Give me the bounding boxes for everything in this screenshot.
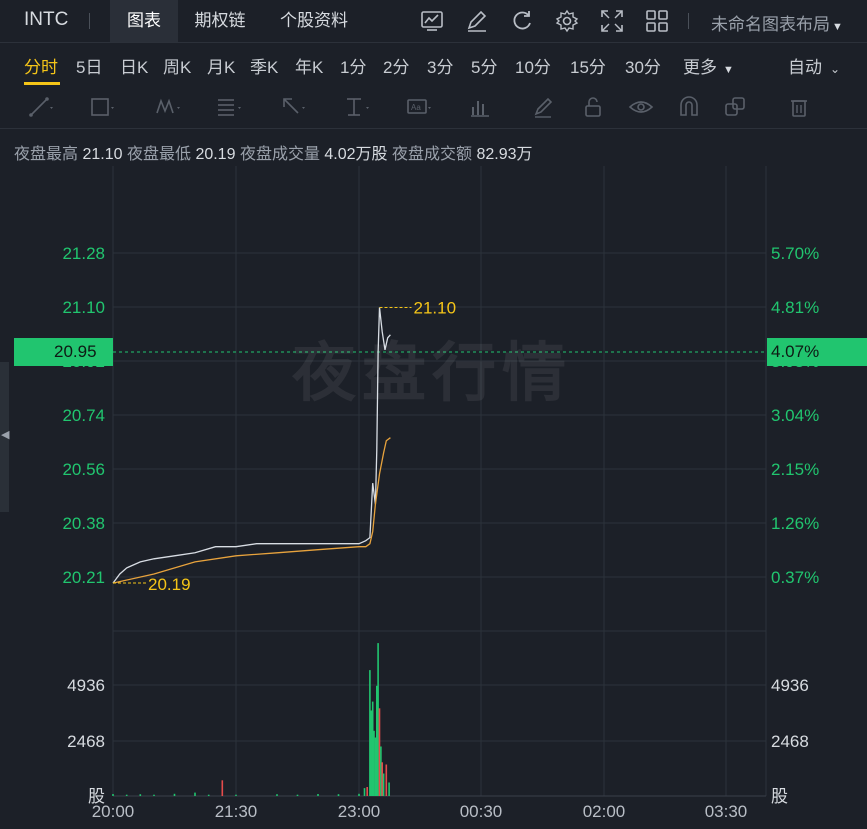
volume-tick-label: 4936	[67, 676, 105, 695]
time-tick-label: 00:30	[460, 802, 503, 821]
volume-bar	[153, 794, 155, 796]
average-price-line	[112, 437, 391, 584]
current-percent-badge: 4.07%	[767, 338, 867, 366]
price-tick-label: 21.28	[62, 244, 105, 263]
volume-bar	[382, 773, 385, 796]
percent-tick-label: 2.15%	[771, 460, 819, 479]
volume-bar	[125, 794, 128, 796]
percent-tick-label: 4.81%	[771, 298, 819, 317]
volume-bar	[369, 670, 371, 796]
volume-bar	[374, 737, 377, 796]
chevron-left-icon: ◀	[1, 429, 10, 441]
percent-axis: 5.70%4.81%3.93%3.04%2.15%1.26%0.37%	[771, 244, 819, 587]
current-price-badge: 20.95	[14, 338, 113, 366]
volume-tick-label: 4936	[771, 676, 809, 695]
volume-bar	[370, 710, 373, 796]
volume-bar	[276, 794, 278, 796]
volume-bar	[378, 708, 381, 796]
volume-bar	[366, 787, 368, 796]
volume-tick-label: 股	[771, 787, 788, 806]
volume-bar	[381, 762, 383, 796]
price-tick-label: 20.74	[62, 406, 105, 425]
volume-bar	[173, 793, 176, 796]
percent-tick-label: 1.26%	[771, 514, 819, 533]
volume-bar	[373, 730, 375, 796]
volume-tick-label: 2468	[67, 732, 105, 751]
time-axis: 20:00 21:30 23:00 00:30 02:00 03:30	[92, 802, 748, 821]
volume-bar	[388, 782, 390, 796]
percent-tick-label: 5.70%	[771, 244, 819, 263]
chart-grid	[112, 166, 767, 797]
volume-bar	[235, 794, 237, 796]
price-axis: 21.2821.1020.9220.7420.5620.3820.21	[62, 244, 105, 587]
volume-bar	[112, 794, 114, 796]
volume-bar	[363, 788, 366, 796]
watermark-text: 夜盘行情	[292, 337, 572, 411]
panel-collapse-handle[interactable]: ◀	[0, 362, 9, 512]
percent-tick-label: 0.37%	[771, 568, 819, 587]
low-marker-label: 20.19	[148, 575, 191, 594]
volume-bar	[337, 794, 340, 796]
volume-bar	[317, 794, 319, 796]
price-tick-label: 20.56	[62, 460, 105, 479]
time-tick-label: 21:30	[215, 802, 258, 821]
price-tick-label: 21.10	[62, 298, 105, 317]
volume-bar	[207, 794, 210, 796]
intraday-chart[interactable]: 21.2821.1020.9220.7420.5620.3820.21 5.70…	[0, 0, 867, 829]
price-tick-label: 20.38	[62, 514, 105, 533]
time-tick-label: 03:30	[705, 802, 748, 821]
price-tick-label: 20.21	[62, 568, 105, 587]
volume-bar	[296, 794, 299, 796]
volume-tick-label: 2468	[771, 732, 809, 751]
high-marker-label: 21.10	[414, 299, 457, 318]
time-tick-label: 23:00	[338, 802, 381, 821]
volume-bar	[377, 643, 379, 796]
time-tick-label: 02:00	[583, 802, 626, 821]
volume-bar	[139, 794, 142, 796]
percent-tick-label: 3.04%	[771, 406, 819, 425]
volume-bar	[194, 792, 196, 796]
time-tick-label: 20:00	[92, 802, 135, 821]
volume-bar	[358, 793, 360, 796]
volume-bars	[112, 643, 390, 796]
volume-bar	[221, 780, 224, 796]
volume-bar	[385, 764, 388, 796]
